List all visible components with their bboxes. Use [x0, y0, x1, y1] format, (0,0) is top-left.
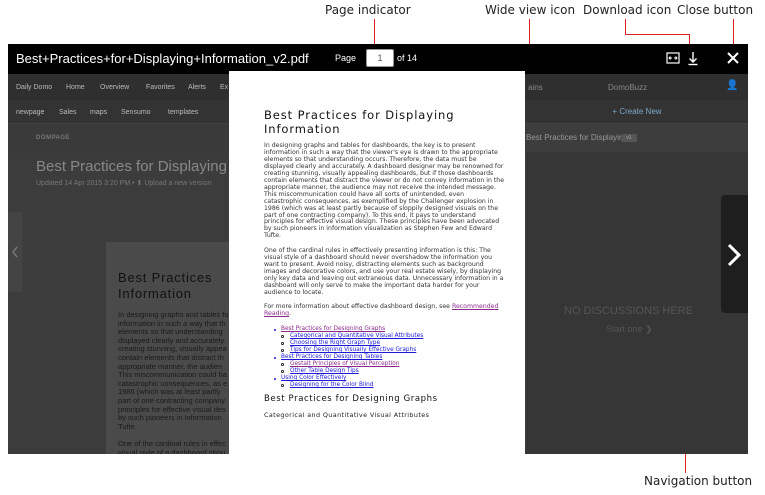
section-heading: Best Practices for Designing Graphs [264, 394, 438, 404]
user-icon: 👤 [726, 80, 739, 91]
bg-nav-item: Alerts [188, 84, 206, 91]
bg-right-nav-item: DomoBuzz [608, 83, 648, 92]
bg-right-nav-item: ains [528, 83, 543, 92]
bg-nav-item: Daily Domo [16, 84, 53, 91]
bg-subnav-item: templates [168, 109, 199, 116]
callout-download-icon: Download icon [583, 3, 672, 17]
toc-bullet [274, 357, 276, 359]
bg-create-new: + Create New [526, 100, 748, 124]
callout-line-dl-2 [625, 34, 689, 35]
document-title: Best Practices for Displaying Informatio… [264, 108, 455, 136]
callout-page-indicator: Page indicator [325, 3, 411, 17]
close-button[interactable] [725, 50, 741, 66]
toc-link[interactable]: Designing for the Color Blind [290, 382, 374, 389]
recommended-reading-link-2[interactable]: Reading [264, 310, 289, 317]
chevron-left-icon [12, 246, 18, 258]
callout-navigation-button: Navigation button [644, 474, 753, 488]
bg-doc-title: Best Practices for Displaying Info [36, 158, 257, 175]
bg-doc-preview: Best Practices Information In designing … [106, 242, 246, 454]
recommended-reading-link[interactable]: Recommended [452, 303, 498, 310]
bg-doc-preview-text: In designing graphs and tables fo inform… [118, 310, 229, 454]
callout-wide-view-icon: Wide view icon [485, 3, 576, 17]
bg-nav-item: Home [66, 84, 85, 91]
background-discussion-panel: ains DomoBuzz 👤 + Create New Best Practi… [526, 74, 748, 454]
toc-subbullet [281, 335, 284, 338]
navigation-button[interactable] [721, 195, 748, 313]
bg-subnav-item: Sensumo [121, 109, 151, 116]
bg-subnav-item: maps [90, 109, 108, 116]
callout-close-button: Close button [677, 3, 754, 17]
toc-subbullet [281, 349, 284, 352]
document-page: Best Practices for Displaying Informatio… [229, 71, 525, 454]
bg-prev-arrow [8, 212, 22, 292]
viewer-toolbar: Best+Practices+for+Displaying+Informatio… [8, 44, 748, 74]
para3-prefix: For more information about effective das… [264, 303, 452, 310]
document-paragraph-2: One of the cardinal rules in effectively… [264, 247, 504, 296]
toc-subbullet [281, 384, 284, 387]
bg-nav-item: Favorites [146, 84, 175, 91]
document-paragraph-3: For more information about effective das… [264, 303, 504, 318]
para3-suffix: . [289, 309, 292, 317]
page-count-label: of 14 [397, 53, 418, 63]
bg-nav-item: Ex [220, 84, 229, 91]
table-of-contents: Best Practices for Designing Graphs Cate… [264, 326, 504, 396]
toc-subbullet [281, 342, 284, 345]
toc-bullet [274, 378, 276, 380]
bg-version-badge: v1 [621, 134, 637, 142]
toc-bullet [274, 329, 276, 331]
toc-subbullet [281, 370, 284, 373]
callout-line-dl-1 [625, 19, 626, 34]
document-viewer: Daily Domo Home Overview Favorites Alert… [8, 44, 748, 454]
page-indicator-input[interactable]: 1 [366, 49, 394, 67]
chevron-right-icon [727, 243, 742, 267]
wide-view-icon[interactable] [666, 51, 680, 65]
download-icon[interactable] [686, 50, 700, 66]
document-paragraph-1: In designing graphs and tables for dashb… [264, 142, 505, 240]
bg-right-nav: ains DomoBuzz 👤 [526, 74, 748, 100]
bg-doc-subtitle: Updated 14 Apr 2015 3:20 PM • ⬆ Upload a… [36, 180, 212, 187]
file-name: Best+Practices+for+Displaying+Informatio… [16, 51, 309, 66]
bg-nav-item: Overview [100, 84, 130, 91]
page-label: Page [335, 53, 357, 63]
bg-subnav-item: Sales [59, 109, 77, 116]
bg-doc-preview-heading: Best Practices Information [118, 270, 213, 301]
bg-section-label: DOMPAGE [36, 135, 71, 141]
bg-start-one: Start one ❯ [606, 324, 653, 334]
screenshot-root: Page indicator Wide view icon Download i… [0, 0, 765, 495]
bg-discussion-bar: Best Practices for Displaying ... v1 [526, 124, 748, 152]
bg-no-discussions: NO DISCUSSIONS HERE [564, 305, 693, 317]
bg-subnav-item: newpage [16, 109, 45, 116]
callout-line-page-indicator [374, 19, 375, 47]
toc-subbullet [281, 363, 284, 366]
subsection-heading: Categorical and Quantitative Visual Attr… [264, 411, 430, 419]
close-icon [727, 52, 739, 64]
